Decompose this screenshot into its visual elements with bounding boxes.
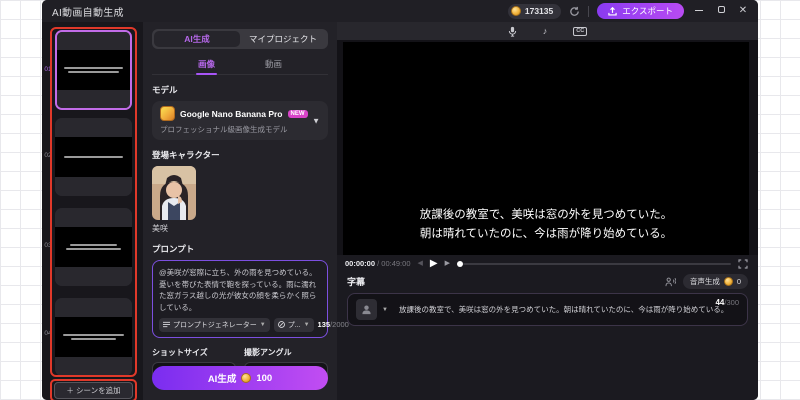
chevron-down-icon: ▼: [312, 116, 320, 125]
tab-my-projects[interactable]: マイプロジェクト: [240, 31, 326, 47]
playback-controls: 00:00:00 / 00:49:00 ◀ ▶ ▶: [337, 255, 758, 272]
refresh-icon[interactable]: [569, 6, 580, 17]
media-icon-strip: ♪ CC: [337, 22, 758, 40]
scene-number: 02: [44, 152, 52, 159]
prompt-editor[interactable]: @美咲が窓際に立ち、外の雨を見つめている。憂いを帯びた表情で鞄を探っている。雨に…: [152, 260, 349, 338]
voice-generate-label: 音声生成: [689, 277, 720, 286]
speaker-avatar[interactable]: [356, 299, 377, 320]
caption-text[interactable]: 放課後の教室で、美咲は窓の外を見つめていた。朝は晴れていたのに、今は雨が降り始め…: [393, 304, 739, 315]
pen-icon: [277, 321, 285, 328]
prompt-mini-dropdown[interactable]: プ... ▼: [273, 317, 314, 332]
video-frame: 放課後の教室で、美咲は窓の外を見つめていた。 朝は晴れていたのに、今は雨が降り始…: [337, 40, 758, 255]
subtab-video[interactable]: 動画: [263, 55, 284, 74]
voice-generate-button[interactable]: 音声生成 0: [682, 274, 748, 289]
new-badge: NEW: [287, 109, 308, 118]
export-button[interactable]: エクスポート: [597, 3, 684, 19]
subtitle-line-1: 放課後の教室で、美咲は窓の外を見つめていた。: [419, 209, 673, 222]
character-name: 美咲: [152, 224, 168, 233]
add-scene-button[interactable]: ＋ シーンを追加: [54, 382, 133, 399]
maximize-button[interactable]: [714, 0, 728, 22]
prompt-generator-dropdown[interactable]: プロンプトジェネレーター ▼: [159, 317, 270, 332]
scene-thumbnail-4[interactable]: [55, 298, 132, 376]
minimize-button[interactable]: [692, 0, 706, 22]
seek-track: [462, 262, 731, 265]
subtitle-line-2: 朝は晴れていたのに、今は雨が降り始めている。: [419, 227, 673, 240]
credits-balance[interactable]: 173135: [507, 3, 562, 19]
next-frame-button[interactable]: ▶: [445, 260, 450, 267]
app-title: AI動画自動生成: [52, 7, 124, 19]
subtab-image[interactable]: 画像: [195, 55, 218, 75]
ai-generate-button[interactable]: AI生成 100: [152, 366, 328, 390]
prompt-generator-label: プロンプトジェネレーター: [173, 321, 257, 329]
prompt-label: プロンプト: [152, 244, 195, 254]
voice-generate-cost: 0: [736, 277, 741, 286]
seek-slider[interactable]: [456, 260, 731, 267]
chevron-down-icon[interactable]: ▼: [382, 307, 388, 313]
chevron-down-icon: ▼: [303, 321, 310, 328]
scene-sidebar: 01 02 03 04 ＋ シーンを追加: [42, 22, 143, 400]
generate-cost: 100: [256, 372, 273, 384]
camera-angle-label: 撮影アングル: [244, 347, 292, 357]
previous-frame-button[interactable]: ◀: [418, 260, 423, 267]
scene-thumbnail-3[interactable]: [55, 208, 132, 286]
scene-thumbnail-1[interactable]: [55, 30, 132, 110]
list-icon: [163, 321, 170, 328]
app-window: AI動画自動生成 173135 エクスポート ✕ 01 02 03 04 ＋ シ…: [42, 0, 758, 400]
model-selector[interactable]: Google Nano Banana Pro NEW プロフェッショナル級画像生…: [152, 101, 328, 140]
prompt-text[interactable]: @美咲が窓際に立ち、外の雨を見つめている。憂いを帯びた表情で鞄を探っている。雨に…: [159, 267, 321, 314]
scene-number: 01: [44, 66, 52, 73]
video-preview[interactable]: 放課後の教室で、美咲は窓の外を見つめていた。 朝は晴れていたのに、今は雨が降り始…: [343, 42, 749, 255]
voice-over-icon[interactable]: [665, 277, 676, 287]
coin-icon: [241, 373, 252, 383]
panel-tabbar: AI生成 マイプロジェクト: [152, 29, 328, 49]
captions-icon[interactable]: CC: [573, 26, 588, 36]
fullscreen-icon[interactable]: [738, 258, 748, 269]
model-label: モデル: [152, 85, 178, 95]
titlebar: AI動画自動生成 173135 エクスポート ✕: [42, 0, 758, 22]
chevron-down-icon: ▼: [259, 321, 266, 328]
tab-ai-generate[interactable]: AI生成: [154, 31, 240, 47]
prompt-char-counter: 135/2000: [317, 320, 349, 329]
caption-row[interactable]: ▼ 放課後の教室で、美咲は窓の外を見つめていた。朝は晴れていたのに、今は雨が降り…: [347, 293, 748, 326]
coin-icon: [510, 6, 521, 16]
captions-header: 字幕 音声生成 0: [337, 272, 758, 291]
shot-size-label: ショットサイズ: [152, 347, 208, 357]
caption-char-counter: 44/300: [715, 298, 739, 307]
coin-icon: [723, 277, 733, 286]
microphone-icon[interactable]: [508, 26, 517, 37]
credits-value: 173135: [524, 6, 554, 16]
character-thumbnail[interactable]: [152, 166, 196, 220]
upload-icon: [608, 6, 617, 16]
character-portrait-image: [152, 166, 196, 220]
generate-label: AI生成: [207, 374, 237, 385]
video-subtitles: 放課後の教室で、美咲は窓の外を見つめていた。 朝は晴れていたのに、今は雨が降り始…: [343, 206, 749, 243]
model-description: プロフェッショナル級画像生成モデル: [160, 125, 288, 134]
scene-thumbnail-2[interactable]: [55, 118, 132, 196]
prompt-mini-label: プ...: [287, 321, 301, 329]
captions-title: 字幕: [347, 277, 366, 287]
generation-panel: AI生成 マイプロジェクト 画像 動画 モデル Google Nano Bana…: [143, 22, 349, 400]
export-label: エクスポート: [622, 6, 673, 16]
scene-number: 04: [44, 330, 52, 337]
titlebar-divider: [588, 5, 590, 17]
play-button[interactable]: ▶: [430, 258, 438, 269]
media-subtabs: 画像 動画: [152, 55, 328, 75]
scene-number: 03: [44, 242, 52, 249]
character-label: 登場キャラクター: [152, 150, 220, 160]
time-display: 00:00:00 / 00:49:00: [345, 259, 411, 268]
model-name: Google Nano Banana Pro: [180, 108, 283, 119]
close-button[interactable]: ✕: [736, 0, 750, 22]
model-icon: [160, 106, 175, 121]
music-icon[interactable]: ♪: [543, 26, 548, 36]
preview-area: ♪ CC 放課後の教室で、美咲は窓の外を見つめていた。 朝は晴れていたのに、今は…: [337, 22, 758, 400]
